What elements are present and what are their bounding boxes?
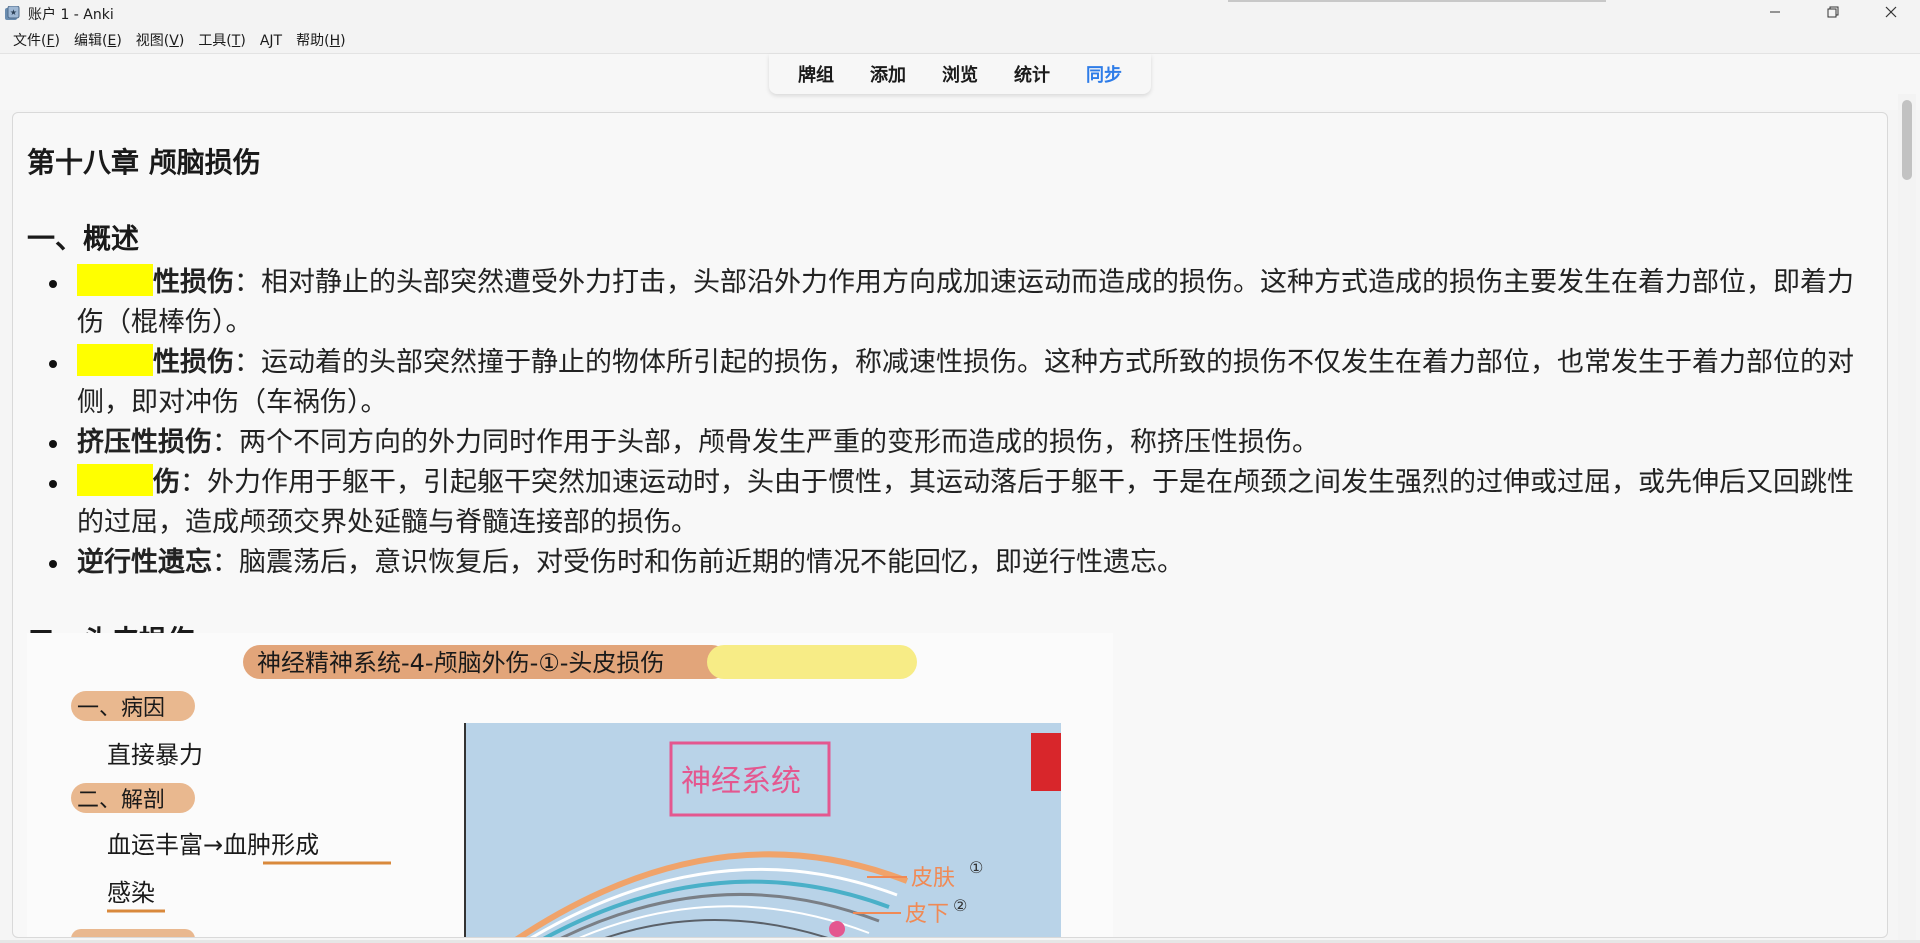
diagram-box-label: 神经系统 xyxy=(681,764,801,799)
menu-edit[interactable]: 编辑(E) xyxy=(67,28,129,54)
menu-help[interactable]: 帮助(H) xyxy=(289,28,352,54)
term-label: 伤 xyxy=(153,467,180,498)
term-label: 逆行性遗忘 xyxy=(77,547,212,578)
list-item: 伤：外力作用于躯干，引起躯干突然加速运动时，头由于惯性，其运动落后于躯干，于是在… xyxy=(27,463,1873,543)
term-label: 性损伤 xyxy=(153,267,234,298)
note-line-direct-force: 直接暴力 xyxy=(107,741,203,769)
title-bar: ★ 账户 1 - Anki xyxy=(0,0,1920,28)
menu-view[interactable]: 视图(V) xyxy=(129,28,192,54)
bullet-icon xyxy=(49,280,57,288)
point-text: ：两个不同方向的外力同时作用于头部，颅骨发生严重的变形而造成的损伤，称挤压性损伤… xyxy=(212,427,1319,458)
bullet-icon xyxy=(49,480,57,488)
nav-stats[interactable]: 统计 xyxy=(996,61,1068,87)
nav-decks[interactable]: 牌组 xyxy=(780,61,852,87)
point-text: ：外力作用于躯干，引起躯干突然加速运动时，头由于惯性，其运动落后于躯干，于是在颅… xyxy=(77,467,1854,538)
scrollbar-thumb[interactable] xyxy=(1902,100,1912,180)
menu-file[interactable]: 文件(F) xyxy=(6,28,67,54)
term-label: 挤压性损伤 xyxy=(77,427,212,458)
note-heading-cause: 一、病因 xyxy=(77,696,165,721)
section-title-overview: 一、概述 xyxy=(27,222,140,255)
nav-add[interactable]: 添加 xyxy=(852,61,924,87)
minimize-button[interactable] xyxy=(1746,0,1804,28)
close-icon xyxy=(1885,6,1897,22)
bullet-icon xyxy=(49,560,57,568)
diagram-label-scalp: 皮肤 xyxy=(911,866,955,891)
window-controls xyxy=(1746,0,1920,28)
minimize-icon xyxy=(1769,6,1781,22)
main-toolbar: 牌组 添加 浏览 统计 同步 xyxy=(769,54,1151,94)
handwritten-note-image: 神经精神系统-4-颅脑外伤-①-头皮损伤 一、病因 直接暴力 二、解剖 血运丰富… xyxy=(27,633,1113,937)
note-line-blood-supply: 血运丰富→血肿形成 xyxy=(107,831,319,859)
list-item: 逆行性遗忘：脑震荡后，意识恢复后，对受伤时和伤前近期的情况不能回忆，即逆行性遗忘… xyxy=(27,543,1873,583)
diagram-marker-2: ② xyxy=(953,896,967,915)
cloze-highlight[interactable] xyxy=(77,264,153,296)
point-text: ：脑震荡后，意识恢复后，对受伤时和伤前近期的情况不能回忆，即逆行性遗忘。 xyxy=(212,547,1184,578)
card-viewer: 第十八章 颅脑损伤 一、概述 性损伤：相对静止的头部突然遭受外力打击，头部沿外力… xyxy=(12,112,1888,938)
menu-tools[interactable]: 工具(T) xyxy=(191,28,253,54)
cloze-highlight[interactable] xyxy=(77,464,153,496)
nav-sync[interactable]: 同步 xyxy=(1068,61,1140,87)
bullet-icon xyxy=(49,440,57,448)
overview-list: 性损伤：相对静止的头部突然遭受外力打击，头部沿外力作用方向成加速运动而造成的损伤… xyxy=(27,263,1873,583)
window-title: 账户 1 - Anki xyxy=(28,7,114,23)
vertical-scrollbar[interactable] xyxy=(1898,94,1916,940)
chapter-title: 第十八章 颅脑损伤 xyxy=(27,146,261,179)
term-label: 性损伤 xyxy=(153,347,234,378)
svg-text:★: ★ xyxy=(10,8,17,17)
title-decoration xyxy=(1228,0,1606,2)
nav-browse[interactable]: 浏览 xyxy=(924,61,996,87)
note-line-infection: 感染 xyxy=(107,879,155,907)
point-text: ：运动着的头部突然撞于静止的物体所引起的损伤，称减速性损伤。这种方式所致的损伤不… xyxy=(77,347,1854,418)
diagram-label-subcut: 皮下 xyxy=(905,902,949,927)
note-banner: 神经精神系统-4-颅脑外伤-①-头皮损伤 xyxy=(257,649,664,677)
menu-ajt[interactable]: AJT xyxy=(253,28,289,54)
point-text: ：相对静止的头部突然遭受外力打击，头部沿外力作用方向成加速运动而造成的损伤。这种… xyxy=(77,267,1854,338)
cloze-highlight[interactable] xyxy=(77,344,153,376)
bullet-icon xyxy=(49,360,57,368)
anki-app-icon: ★ xyxy=(4,6,20,22)
restore-button[interactable] xyxy=(1804,0,1862,28)
close-button[interactable] xyxy=(1862,0,1920,28)
note-heading-anatomy: 二、解剖 xyxy=(77,788,165,813)
list-item: 性损伤：运动着的头部突然撞于静止的物体所引起的损伤，称减速性损伤。这种方式所致的… xyxy=(27,343,1873,423)
menu-bar: 文件(F) 编辑(E) 视图(V) 工具(T) AJT 帮助(H) xyxy=(0,28,1920,54)
restore-icon xyxy=(1827,6,1839,22)
list-item: 性损伤：相对静止的头部突然遭受外力打击，头部沿外力作用方向成加速运动而造成的损伤… xyxy=(27,263,1873,343)
list-item: 挤压性损伤：两个不同方向的外力同时作用于头部，颅骨发生严重的变形而造成的损伤，称… xyxy=(27,423,1873,463)
toolbar-area: 牌组 添加 浏览 统计 同步 xyxy=(0,54,1920,110)
diagram-marker-1: ① xyxy=(969,858,983,877)
